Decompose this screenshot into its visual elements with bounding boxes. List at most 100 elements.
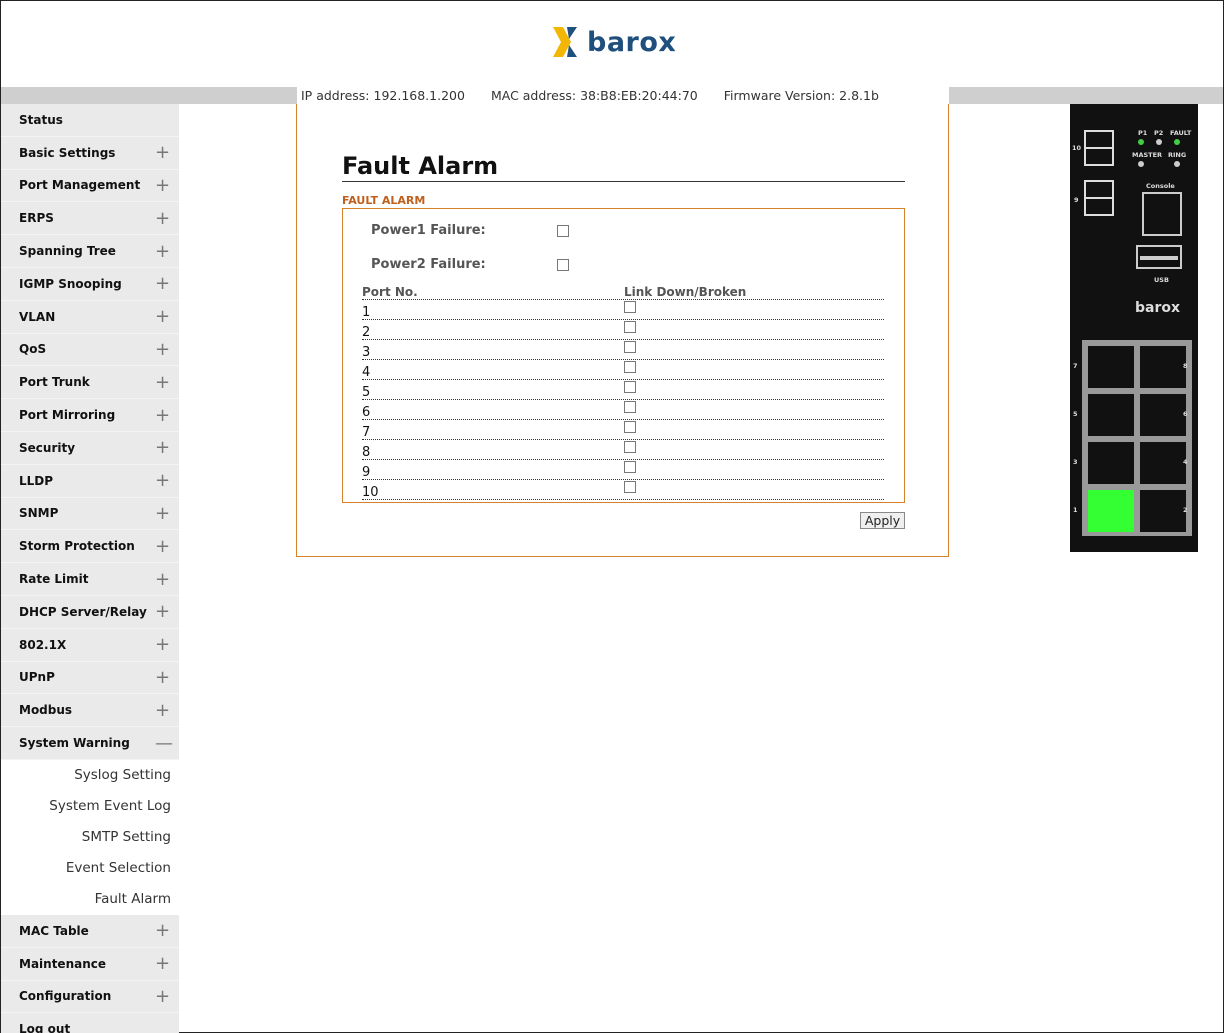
port-number: 6: [362, 405, 371, 420]
link-down-checkbox[interactable]: [624, 381, 636, 393]
sidebar-item-snmp[interactable]: SNMP +: [1, 497, 179, 531]
sfp-label-9: 9: [1074, 196, 1079, 204]
expand-icon[interactable]: +: [155, 953, 170, 974]
sfp-label-10: 10: [1072, 144, 1082, 152]
ip-address: IP address: 192.168.1.200: [301, 88, 465, 103]
table-row: 3: [362, 340, 884, 360]
led-label-master: MASTER: [1132, 151, 1163, 159]
link-down-checkbox[interactable]: [624, 441, 636, 453]
power1-row: Power1 Failure:: [371, 223, 569, 238]
expand-icon[interactable]: +: [155, 667, 170, 688]
expand-icon[interactable]: +: [155, 273, 170, 294]
sidebar-item-rate-limit[interactable]: Rate Limit +: [1, 563, 179, 596]
expand-icon[interactable]: +: [155, 372, 170, 393]
brand-name: barox: [587, 26, 677, 58]
sidebar-item-configuration[interactable]: Configuration +: [1, 980, 179, 1014]
sidebar-item-label: DHCP Server/Relay: [19, 604, 147, 619]
sidebar-item-vlan[interactable]: VLAN +: [1, 300, 179, 334]
sidebar-item-port-mirroring[interactable]: Port Mirroring +: [1, 399, 179, 432]
expand-icon[interactable]: +: [155, 634, 170, 655]
sidebar-item-qos[interactable]: QoS +: [1, 333, 179, 367]
link-down-checkbox[interactable]: [624, 421, 636, 433]
sidebar-item-upnp[interactable]: UPnP +: [1, 661, 179, 695]
expand-icon[interactable]: +: [155, 142, 170, 163]
link-down-checkbox[interactable]: [624, 341, 636, 353]
link-down-checkbox[interactable]: [624, 461, 636, 473]
sidebar-item-security[interactable]: Security +: [1, 431, 179, 465]
sidebar-item-maintenance[interactable]: Maintenance +: [1, 947, 179, 981]
page-title: Fault Alarm: [342, 152, 905, 182]
table-row: 6: [362, 400, 884, 420]
port-number: 4: [362, 365, 371, 380]
usb-port: [1136, 245, 1182, 269]
expand-icon[interactable]: +: [155, 175, 170, 196]
sidebar-item-erps[interactable]: ERPS +: [1, 202, 179, 236]
expand-icon[interactable]: +: [155, 569, 170, 590]
sidebar-subitem-event-selection[interactable]: Event Selection: [1, 852, 179, 884]
sidebar-item-system-warning[interactable]: System Warning —: [1, 727, 179, 760]
sidebar-item-dhcp-server-relay[interactable]: DHCP Server/Relay +: [1, 595, 179, 629]
sidebar-item-802-1x[interactable]: 802.1X +: [1, 628, 179, 662]
sidebar-item-label: Modbus: [19, 703, 73, 718]
col-port-header: Port No.: [362, 285, 418, 299]
led-p1-icon: [1138, 139, 1144, 145]
sidebar-item-label: Maintenance: [19, 956, 107, 971]
sidebar-subitem-smtp-setting[interactable]: SMTP Setting: [1, 821, 179, 853]
led-label-p2: P2: [1154, 129, 1164, 137]
expand-icon[interactable]: +: [155, 339, 170, 360]
table-row: 9: [362, 460, 884, 480]
port-number: 3: [362, 345, 371, 360]
sidebar-item-status[interactable]: Status: [1, 104, 179, 137]
port-label-7: 7: [1073, 362, 1078, 370]
port-label-6: 6: [1183, 410, 1188, 418]
port-number: 9: [362, 465, 371, 480]
expand-icon[interactable]: +: [155, 503, 170, 524]
sidebar-item-mac-table[interactable]: MAC Table +: [1, 914, 179, 948]
sidebar-item-label: Port Management: [19, 178, 141, 193]
expand-icon[interactable]: +: [155, 405, 170, 426]
main-panel: Fault Alarm FAULT ALARM Power1 Failure: …: [296, 104, 949, 557]
console-label: Console: [1146, 182, 1175, 190]
expand-icon[interactable]: +: [155, 920, 170, 941]
expand-icon[interactable]: +: [155, 437, 170, 458]
sidebar-item-basic-settings[interactable]: Basic Settings +: [1, 136, 179, 170]
led-master-icon: [1138, 161, 1144, 167]
sidebar-item-igmp-snooping[interactable]: IGMP Snooping +: [1, 267, 179, 301]
sidebar-item-spanning-tree[interactable]: Spanning Tree +: [1, 235, 179, 268]
expand-icon[interactable]: +: [155, 306, 170, 327]
link-down-checkbox[interactable]: [624, 481, 636, 493]
sidebar-subitem-system-event-log[interactable]: System Event Log: [1, 790, 179, 822]
link-down-checkbox[interactable]: [624, 301, 636, 313]
expand-icon[interactable]: +: [155, 601, 170, 622]
expand-icon[interactable]: +: [155, 986, 170, 1007]
power1-checkbox[interactable]: [557, 224, 569, 237]
sidebar-subitem-fault-alarm[interactable]: Fault Alarm: [1, 883, 179, 915]
sidebar-item-port-trunk[interactable]: Port Trunk +: [1, 366, 179, 400]
port-number: 10: [362, 485, 379, 500]
expand-icon[interactable]: +: [155, 700, 170, 721]
link-down-checkbox[interactable]: [624, 401, 636, 413]
power2-checkbox[interactable]: [557, 258, 569, 271]
sidebar-subitem-syslog-setting[interactable]: Syslog Setting: [1, 759, 179, 791]
expand-icon[interactable]: +: [155, 241, 170, 262]
sidebar-item-port-management[interactable]: Port Management +: [1, 169, 179, 203]
collapse-icon[interactable]: —: [155, 733, 173, 754]
rj45-port-7: [1082, 340, 1140, 392]
sidebar-item-storm-protection[interactable]: Storm Protection +: [1, 530, 179, 564]
sidebar-item-lldp[interactable]: LLDP +: [1, 464, 179, 498]
section-label: FAULT ALARM: [342, 194, 426, 207]
link-down-checkbox[interactable]: [624, 361, 636, 373]
sidebar-item-label: ERPS: [19, 211, 54, 226]
apply-button[interactable]: Apply: [860, 512, 905, 529]
mac-address: MAC address: 38:B8:EB:20:44:70: [490, 88, 698, 103]
link-down-checkbox[interactable]: [624, 321, 636, 333]
sidebar-item-label: Status: [19, 112, 63, 127]
sidebar-item-label: Basic Settings: [19, 145, 116, 160]
sidebar-item-log-out[interactable]: Log out: [1, 1013, 179, 1033]
sidebar-item-modbus[interactable]: Modbus +: [1, 694, 179, 728]
expand-icon[interactable]: +: [155, 470, 170, 491]
expand-icon[interactable]: +: [155, 536, 170, 557]
expand-icon[interactable]: +: [155, 208, 170, 229]
table-row: 10: [362, 480, 884, 500]
sidebar-item-label: Rate Limit: [19, 572, 89, 587]
